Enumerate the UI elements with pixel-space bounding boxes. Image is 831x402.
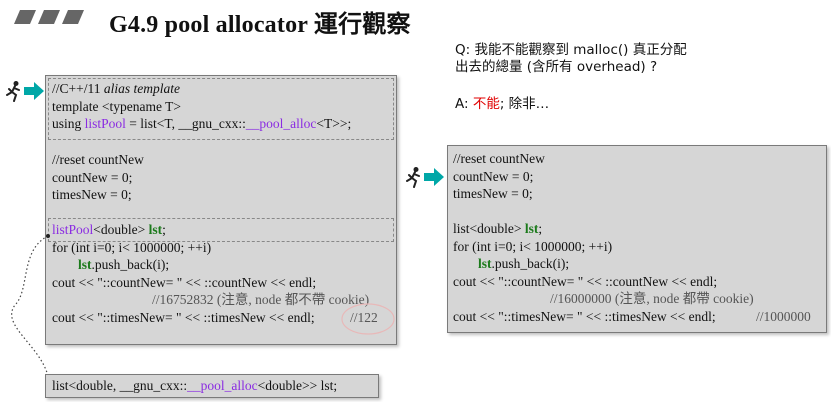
using-line: using listPool = list<T, __gnu_cxx::__po…	[52, 115, 351, 133]
using-alloc: __pool_alloc	[245, 116, 317, 131]
page-title: G4.9 pool allocator 運行觀察	[109, 12, 411, 38]
cout-count-line: cout << "::countNew= " << ::countNew << …	[52, 274, 317, 290]
right-result-count-comment: //16000000 (注意, node 都帶 cookie)	[550, 291, 754, 306]
right-decl-line: list<double> lst;	[453, 220, 542, 238]
bottom-decl-line: list<double, __gnu_cxx::__pool_alloc<dou…	[52, 377, 337, 395]
runner-icon	[6, 81, 20, 102]
right-push-rest: .push_back(i);	[491, 256, 570, 271]
right-timesnew-line: timesNew = 0;	[453, 186, 533, 201]
right-cout-times-line: cout << "::timesNew= " << ::timesNew << …	[453, 308, 716, 324]
countnew-line: countNew = 0;	[52, 169, 133, 185]
bottom-suffix: <double>> lst;	[257, 378, 338, 393]
right-arrow-icon	[424, 168, 444, 186]
dotted-connector	[11, 234, 50, 378]
right-reset-comment: //reset countNew	[453, 151, 545, 166]
highlight-circle	[341, 303, 395, 335]
right-countnew-line: countNew = 0;	[453, 168, 534, 184]
cout-times-line: cout << "::timesNew= " << ::timesNew << …	[52, 309, 315, 325]
push-rest: .push_back(i);	[91, 257, 170, 272]
answer-suffix: ; 除非…	[499, 96, 550, 112]
alias-comment-italic: alias template	[103, 81, 180, 96]
using-mid: = list<T, __gnu_cxx::	[125, 116, 246, 131]
bottom-prefix: list<double, __gnu_cxx::	[52, 378, 188, 393]
answer-prefix: A:	[455, 96, 473, 112]
reset-comment: //reset countNew	[52, 152, 144, 167]
right-push-var: lst	[478, 256, 492, 271]
answer-red: 不能	[472, 96, 500, 112]
using-name: listPool	[84, 116, 126, 131]
question-line-2: 出去的總量 (含所有 overhead) ?	[455, 59, 658, 75]
answer-line: A: 不能; 除非…	[455, 92, 549, 112]
using-suffix: <T>>;	[316, 116, 352, 131]
alias-comment: //C++/11 alias template	[52, 80, 180, 98]
push-line: lst.push_back(i);	[78, 256, 169, 274]
bottom-alloc: __pool_alloc	[187, 378, 258, 393]
right-push-line: lst.push_back(i);	[478, 255, 569, 273]
decl-mid: <double>	[93, 222, 149, 237]
push-var: lst	[78, 257, 92, 272]
right-decl-prefix: list<double>	[453, 221, 525, 236]
right-decl-end: ;	[538, 221, 543, 236]
right-for-line: for (int i=0; i< 1000000; ++i)	[453, 238, 613, 254]
right-result-times-comment: //1000000	[756, 308, 811, 324]
right-decl-var: lst	[524, 221, 539, 236]
runner-icon	[406, 167, 420, 188]
decl-var: lst	[148, 222, 163, 237]
right-cout-count-line: cout << "::countNew= " << ::countNew << …	[453, 273, 718, 289]
timesnew-line: timesNew = 0;	[52, 187, 132, 202]
using-prefix: using	[52, 116, 85, 131]
template-line: template <typename T>	[52, 98, 181, 114]
right-arrow-icon	[24, 82, 44, 100]
decl-end: ;	[162, 222, 166, 237]
for-line: for (int i=0; i< 1000000; ++i)	[52, 239, 212, 255]
result-count-comment: //16752832 (注意, node 都不帶 cookie)	[152, 292, 370, 307]
decl-line: listPool<double> lst;	[52, 221, 166, 239]
parallelogram-bars-icon	[14, 10, 84, 24]
alias-comment-text: //C++/11	[52, 81, 104, 96]
